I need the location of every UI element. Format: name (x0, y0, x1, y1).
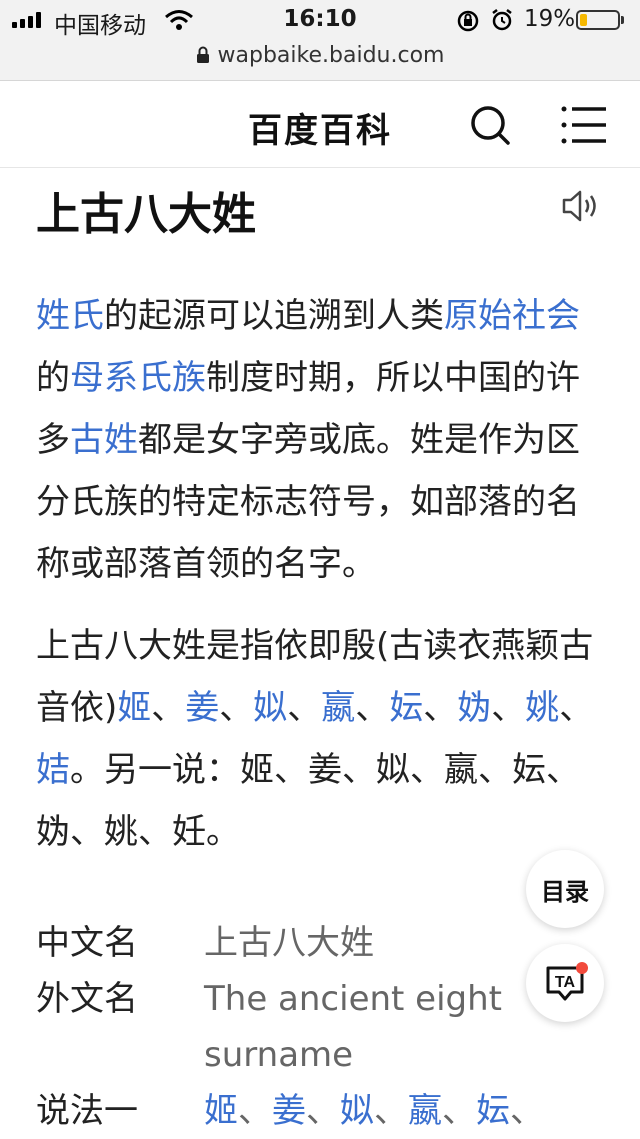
info-label: 中文名 (36, 923, 138, 963)
toc-label: 目录 (541, 877, 589, 906)
link-ying[interactable]: 嬴 (321, 688, 355, 728)
battery-level-fill (580, 14, 587, 26)
link-jiang[interactable]: 姜 (185, 688, 219, 728)
search-icon[interactable] (466, 101, 514, 149)
toc-button[interactable]: 目录 (526, 850, 604, 928)
browser-chrome: 中国移动 16:10 19% wapbaike.baidu.com (0, 0, 640, 81)
intro-paragraph: 姓氏的起源可以追溯到人类原始社会的母系氏族制度时期，所以中国的许多古姓都是女字旁… (36, 285, 606, 595)
info-label: 说法一 (36, 1091, 138, 1131)
alarm-icon (492, 9, 512, 31)
link-ji[interactable]: 姬 (117, 688, 151, 728)
info-value-links: 姬、姜、姒、嬴、妘、 (204, 1091, 544, 1131)
page-title: 上古八大姓 (36, 189, 256, 240)
lock-icon (196, 46, 209, 63)
site-header: 百度百科 (0, 81, 640, 168)
status-bar: 中国移动 16:10 19% (0, 0, 640, 40)
link-ji[interactable]: 姬 (204, 1091, 238, 1131)
menu-icon[interactable] (560, 103, 608, 147)
link-si[interactable]: 姒 (253, 688, 287, 728)
link-guxing[interactable]: 古姓 (70, 420, 138, 460)
rotation-lock-icon (457, 10, 479, 32)
battery-icon (576, 10, 620, 30)
ta-button[interactable]: TA (526, 944, 604, 1022)
link-yun[interactable]: 妘 (476, 1091, 510, 1131)
summary-paragraph: 上古八大姓是指依即殷(古读衣燕颖古音依)姬、姜、姒、嬴、妘、妫、姚、姞。另一说：… (36, 626, 594, 852)
info-label: 外文名 (36, 979, 138, 1019)
notification-dot (576, 962, 588, 974)
text-segment: 的 (36, 358, 70, 398)
link-yao[interactable]: 姚 (525, 688, 559, 728)
battery-cap (621, 16, 624, 24)
link-yuanshi-shehui[interactable]: 原始社会 (444, 296, 580, 336)
link-ying[interactable]: 嬴 (408, 1091, 442, 1131)
url-bar[interactable]: wapbaike.baidu.com (0, 40, 640, 70)
link-gui[interactable]: 妫 (457, 688, 491, 728)
ta-label: TA (555, 974, 576, 991)
speaker-icon[interactable] (560, 188, 600, 224)
link-si[interactable]: 姒 (340, 1091, 374, 1131)
link-ji2[interactable]: 姞 (36, 750, 70, 790)
link-muxi-shizu[interactable]: 母系氏族 (70, 358, 206, 398)
text-segment: 的起源可以追溯到人类 (104, 296, 444, 336)
text-segment: 。另一说：姬、姜、姒、嬴、妘、妫、姚、妊。 (36, 750, 580, 852)
battery-percent: 19% (524, 6, 576, 32)
link-jiang[interactable]: 姜 (272, 1091, 306, 1131)
url-domain: wapbaike.baidu.com (217, 42, 445, 68)
link-yun[interactable]: 妘 (389, 688, 423, 728)
site-logo-title[interactable]: 百度百科 (0, 103, 640, 152)
link-xingshi[interactable]: 姓氏 (36, 296, 104, 336)
